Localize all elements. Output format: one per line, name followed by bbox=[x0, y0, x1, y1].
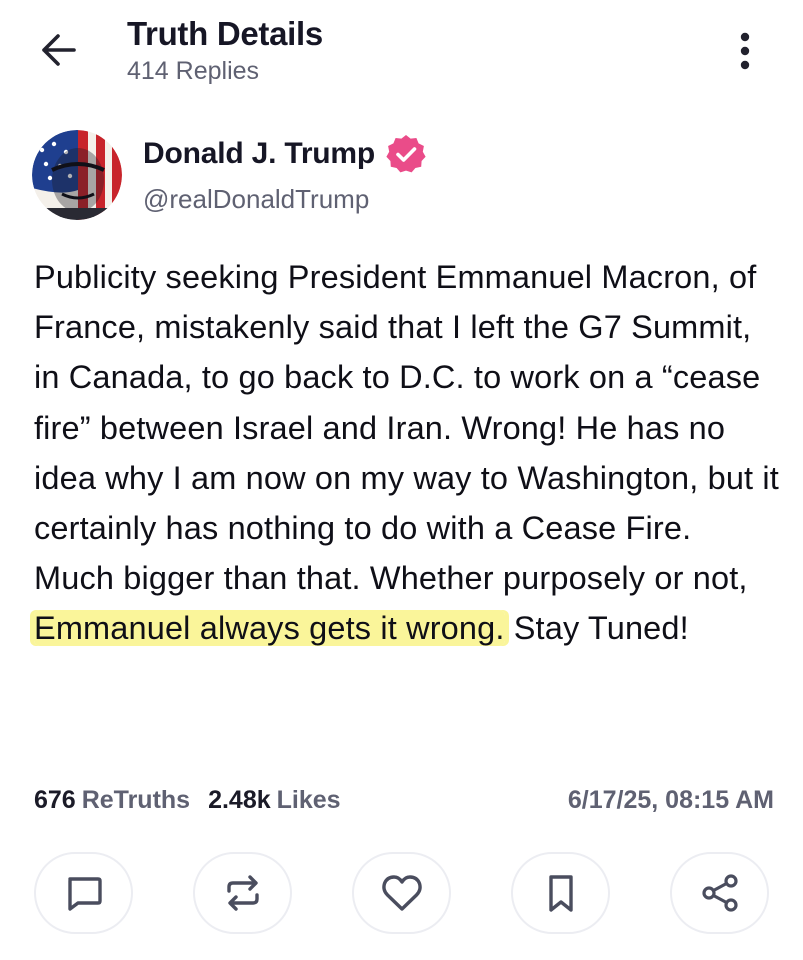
post-timestamp: 6/17/25, 08:15 AM bbox=[567, 786, 774, 814]
retruths-count-link[interactable]: 676 ReTruths bbox=[34, 786, 190, 815]
reply-count[interactable]: 414 Replies bbox=[127, 55, 323, 87]
post-text-main: Publicity seeking President Emmanuel Mac… bbox=[34, 259, 779, 597]
action-bar bbox=[34, 852, 769, 934]
page-title: Truth Details bbox=[127, 15, 323, 52]
likes-count-link[interactable]: 2.48k Likes bbox=[208, 786, 341, 815]
post-text-end: Stay Tuned! bbox=[504, 610, 689, 647]
avatar-image bbox=[32, 130, 122, 220]
retruth-button[interactable] bbox=[193, 852, 292, 934]
bookmark-icon bbox=[548, 875, 573, 912]
retruth-icon bbox=[226, 875, 259, 911]
post-text: Publicity seeking President Emmanuel Mac… bbox=[34, 252, 779, 654]
retruths-count: 676 bbox=[34, 786, 76, 814]
verified-badge-icon bbox=[385, 133, 427, 175]
reply-button[interactable] bbox=[34, 852, 133, 934]
likes-count: 2.48k bbox=[208, 786, 271, 814]
share-button[interactable] bbox=[670, 852, 769, 934]
author-name[interactable]: Donald J. Trump bbox=[143, 134, 375, 174]
post-stats: 676 ReTruths 2.48k Likes 6/17/25, 08:15 … bbox=[34, 786, 774, 815]
header: Truth Details 414 Replies bbox=[127, 14, 323, 87]
highlighted-text: Emmanuel always gets it wrong. bbox=[34, 610, 505, 647]
retruths-label: ReTruths bbox=[81, 786, 191, 814]
bookmark-button[interactable] bbox=[511, 852, 610, 934]
like-button[interactable] bbox=[352, 852, 451, 934]
share-icon bbox=[701, 874, 738, 912]
reply-icon bbox=[67, 877, 102, 911]
arrow-left-icon bbox=[42, 34, 76, 66]
heart-icon bbox=[381, 875, 422, 911]
author-handle[interactable]: @realDonaldTrump bbox=[143, 182, 427, 216]
author-info[interactable]: Donald J. Trump @realDonaldTrump bbox=[143, 133, 427, 216]
more-options-button[interactable] bbox=[721, 24, 769, 78]
back-button[interactable] bbox=[26, 22, 90, 78]
avatar[interactable] bbox=[32, 130, 122, 220]
more-vertical-icon bbox=[740, 32, 750, 70]
truth-details-screen: Truth Details 414 Replies Donald J. Trum… bbox=[0, 0, 803, 960]
likes-label: Likes bbox=[276, 786, 341, 814]
